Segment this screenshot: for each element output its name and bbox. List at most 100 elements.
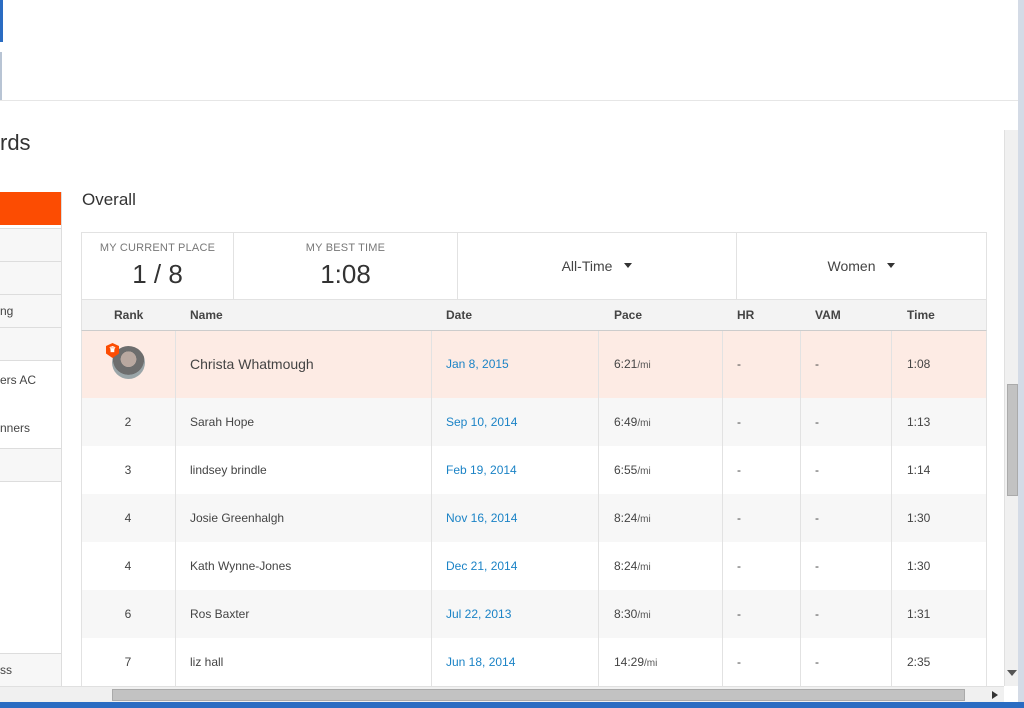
sidebar-item[interactable]: ng (0, 294, 61, 327)
sidebar-item[interactable] (0, 228, 61, 261)
column-divider (598, 590, 599, 638)
sidebar-item[interactable] (0, 261, 61, 294)
column-divider (175, 446, 176, 494)
column-divider (891, 398, 892, 446)
column-divider (722, 398, 723, 446)
column-divider (800, 446, 801, 494)
pace-value: 8:30 (614, 607, 638, 621)
horizontal-scrollbar[interactable] (0, 686, 1004, 702)
table-row: ♛ Christa Whatmough Jan 8, 2015 6:21/mi - -1:… (81, 331, 987, 398)
date-cell: Jan 8, 2015 (446, 357, 509, 371)
column-header-rank[interactable]: Rank (114, 308, 143, 322)
scrollbar-thumb[interactable] (112, 689, 965, 701)
athlete-name[interactable]: Ros Baxter (190, 607, 249, 621)
time-cell: 1:13 (907, 415, 931, 429)
table-row: 3 lindsey brindle Feb 19, 2014 6:55/mi - - 1:1… (81, 446, 987, 494)
pace-unit: /mi (637, 562, 651, 573)
vam-cell: - (815, 463, 819, 477)
hr-cell: - (737, 559, 741, 573)
column-divider (598, 542, 599, 590)
window-bottom-edge (0, 702, 1024, 708)
sidebar-item[interactable]: ss (0, 653, 61, 686)
column-divider (800, 494, 801, 542)
column-divider (598, 446, 599, 494)
column-divider (431, 542, 432, 590)
scroll-right-arrow-icon[interactable] (992, 691, 998, 699)
column-divider (891, 446, 892, 494)
column-divider (722, 331, 723, 398)
pace-value: 14:29 (614, 655, 645, 669)
column-header-name[interactable]: Name (190, 308, 223, 322)
scroll-down-arrow-icon[interactable] (1007, 670, 1017, 676)
athlete-name[interactable]: Christa Whatmough (190, 356, 314, 372)
pace-cell: 6:49/mi (614, 415, 651, 429)
column-divider (598, 398, 599, 446)
time-cell: 1:31 (907, 607, 931, 621)
column-header-date[interactable]: Date (446, 308, 472, 322)
activity-date-link[interactable]: Feb 19, 2014 (446, 463, 517, 477)
divider (0, 100, 1018, 101)
athlete-name[interactable]: lindsey brindle (190, 463, 267, 477)
column-divider (891, 542, 892, 590)
athlete-name[interactable]: liz hall (190, 655, 223, 669)
sidebar-item[interactable] (0, 327, 61, 360)
column-divider (800, 331, 801, 398)
time-cell: 1:30 (907, 559, 931, 573)
column-divider (722, 494, 723, 542)
vam-cell: - (815, 655, 819, 669)
activity-date-link[interactable]: Dec 21, 2014 (446, 559, 517, 573)
column-divider (722, 446, 723, 494)
pace-unit: /mi (637, 466, 651, 477)
table-row: 4 Kath Wynne-Jones Dec 21, 2014 8:24/mi - - 1:… (81, 542, 987, 590)
column-divider (722, 542, 723, 590)
sidebar-active-item[interactable] (0, 192, 61, 225)
column-divider (598, 494, 599, 542)
time-cell: 2:35 (907, 655, 931, 669)
browser-window: rds ng ers AC nners ss Overall MY CURREN… (0, 0, 1024, 708)
table-row: 7 liz hall Jun 18, 2014 14:29/mi - - 2:35 (81, 638, 987, 686)
window-edge (0, 52, 2, 100)
range-filter-label: All-Time (561, 258, 613, 274)
leaderboard-summary: MY CURRENT PLACE 1 / 8 MY BEST TIME 1:08… (81, 232, 987, 300)
vertical-scrollbar[interactable] (1004, 130, 1018, 686)
current-place-value: 1 / 8 (132, 259, 183, 289)
pace-cell: 8:24/mi (614, 559, 651, 573)
athlete-name[interactable]: Josie Greenhalgh (190, 511, 284, 525)
activity-date-link[interactable]: Nov 16, 2014 (446, 511, 517, 525)
hr-cell: - (737, 415, 741, 429)
activity-date-link[interactable]: Sep 10, 2014 (446, 415, 517, 429)
column-divider (800, 638, 801, 686)
column-divider (175, 638, 176, 686)
hr-cell: - (737, 655, 741, 669)
sidebar-item[interactable]: ers AC nners (0, 360, 61, 450)
activity-date-link[interactable]: Jul 22, 2013 (446, 607, 511, 621)
date-cell: Jun 18, 2014 (446, 655, 515, 669)
column-divider (175, 590, 176, 638)
table-body: ♛ Christa Whatmough Jan 8, 2015 6:21/mi - -1:… (81, 331, 987, 686)
activity-date-link[interactable]: Jun 18, 2014 (446, 655, 515, 669)
column-divider (891, 494, 892, 542)
pace-value: 6:21 (614, 357, 638, 371)
athlete-name[interactable]: Sarah Hope (190, 415, 254, 429)
window-edge (0, 0, 3, 42)
column-header-time[interactable]: Time (907, 308, 935, 322)
pace-cell: 8:30/mi (614, 607, 651, 621)
vam-cell: - (815, 511, 819, 525)
sidebar-item-label: ng (0, 304, 14, 318)
column-header-vam[interactable]: VAM (815, 308, 841, 322)
pace-unit: /mi (637, 610, 651, 621)
column-header-hr[interactable]: HR (737, 308, 754, 322)
gender-filter-dropdown[interactable]: Women (737, 233, 986, 299)
sidebar-item[interactable] (0, 448, 61, 482)
athlete-name[interactable]: Kath Wynne-Jones (190, 559, 291, 573)
scrollbar-thumb[interactable] (1007, 384, 1018, 496)
current-place-label: MY CURRENT PLACE (99, 242, 216, 254)
table-row: 6 Ros Baxter Jul 22, 2013 8:30/mi - - 1:31 (81, 590, 987, 638)
activity-date-link[interactable]: Jan 8, 2015 (446, 357, 509, 371)
section-title: Overall (82, 190, 136, 209)
range-filter-dropdown[interactable]: All-Time (458, 233, 737, 299)
column-header-pace[interactable]: Pace (614, 308, 642, 322)
table-header: Rank Name Date Pace HR VAM Time (81, 300, 987, 331)
pace-cell: 8:24/mi (614, 511, 651, 525)
hr-cell: - (737, 463, 741, 477)
